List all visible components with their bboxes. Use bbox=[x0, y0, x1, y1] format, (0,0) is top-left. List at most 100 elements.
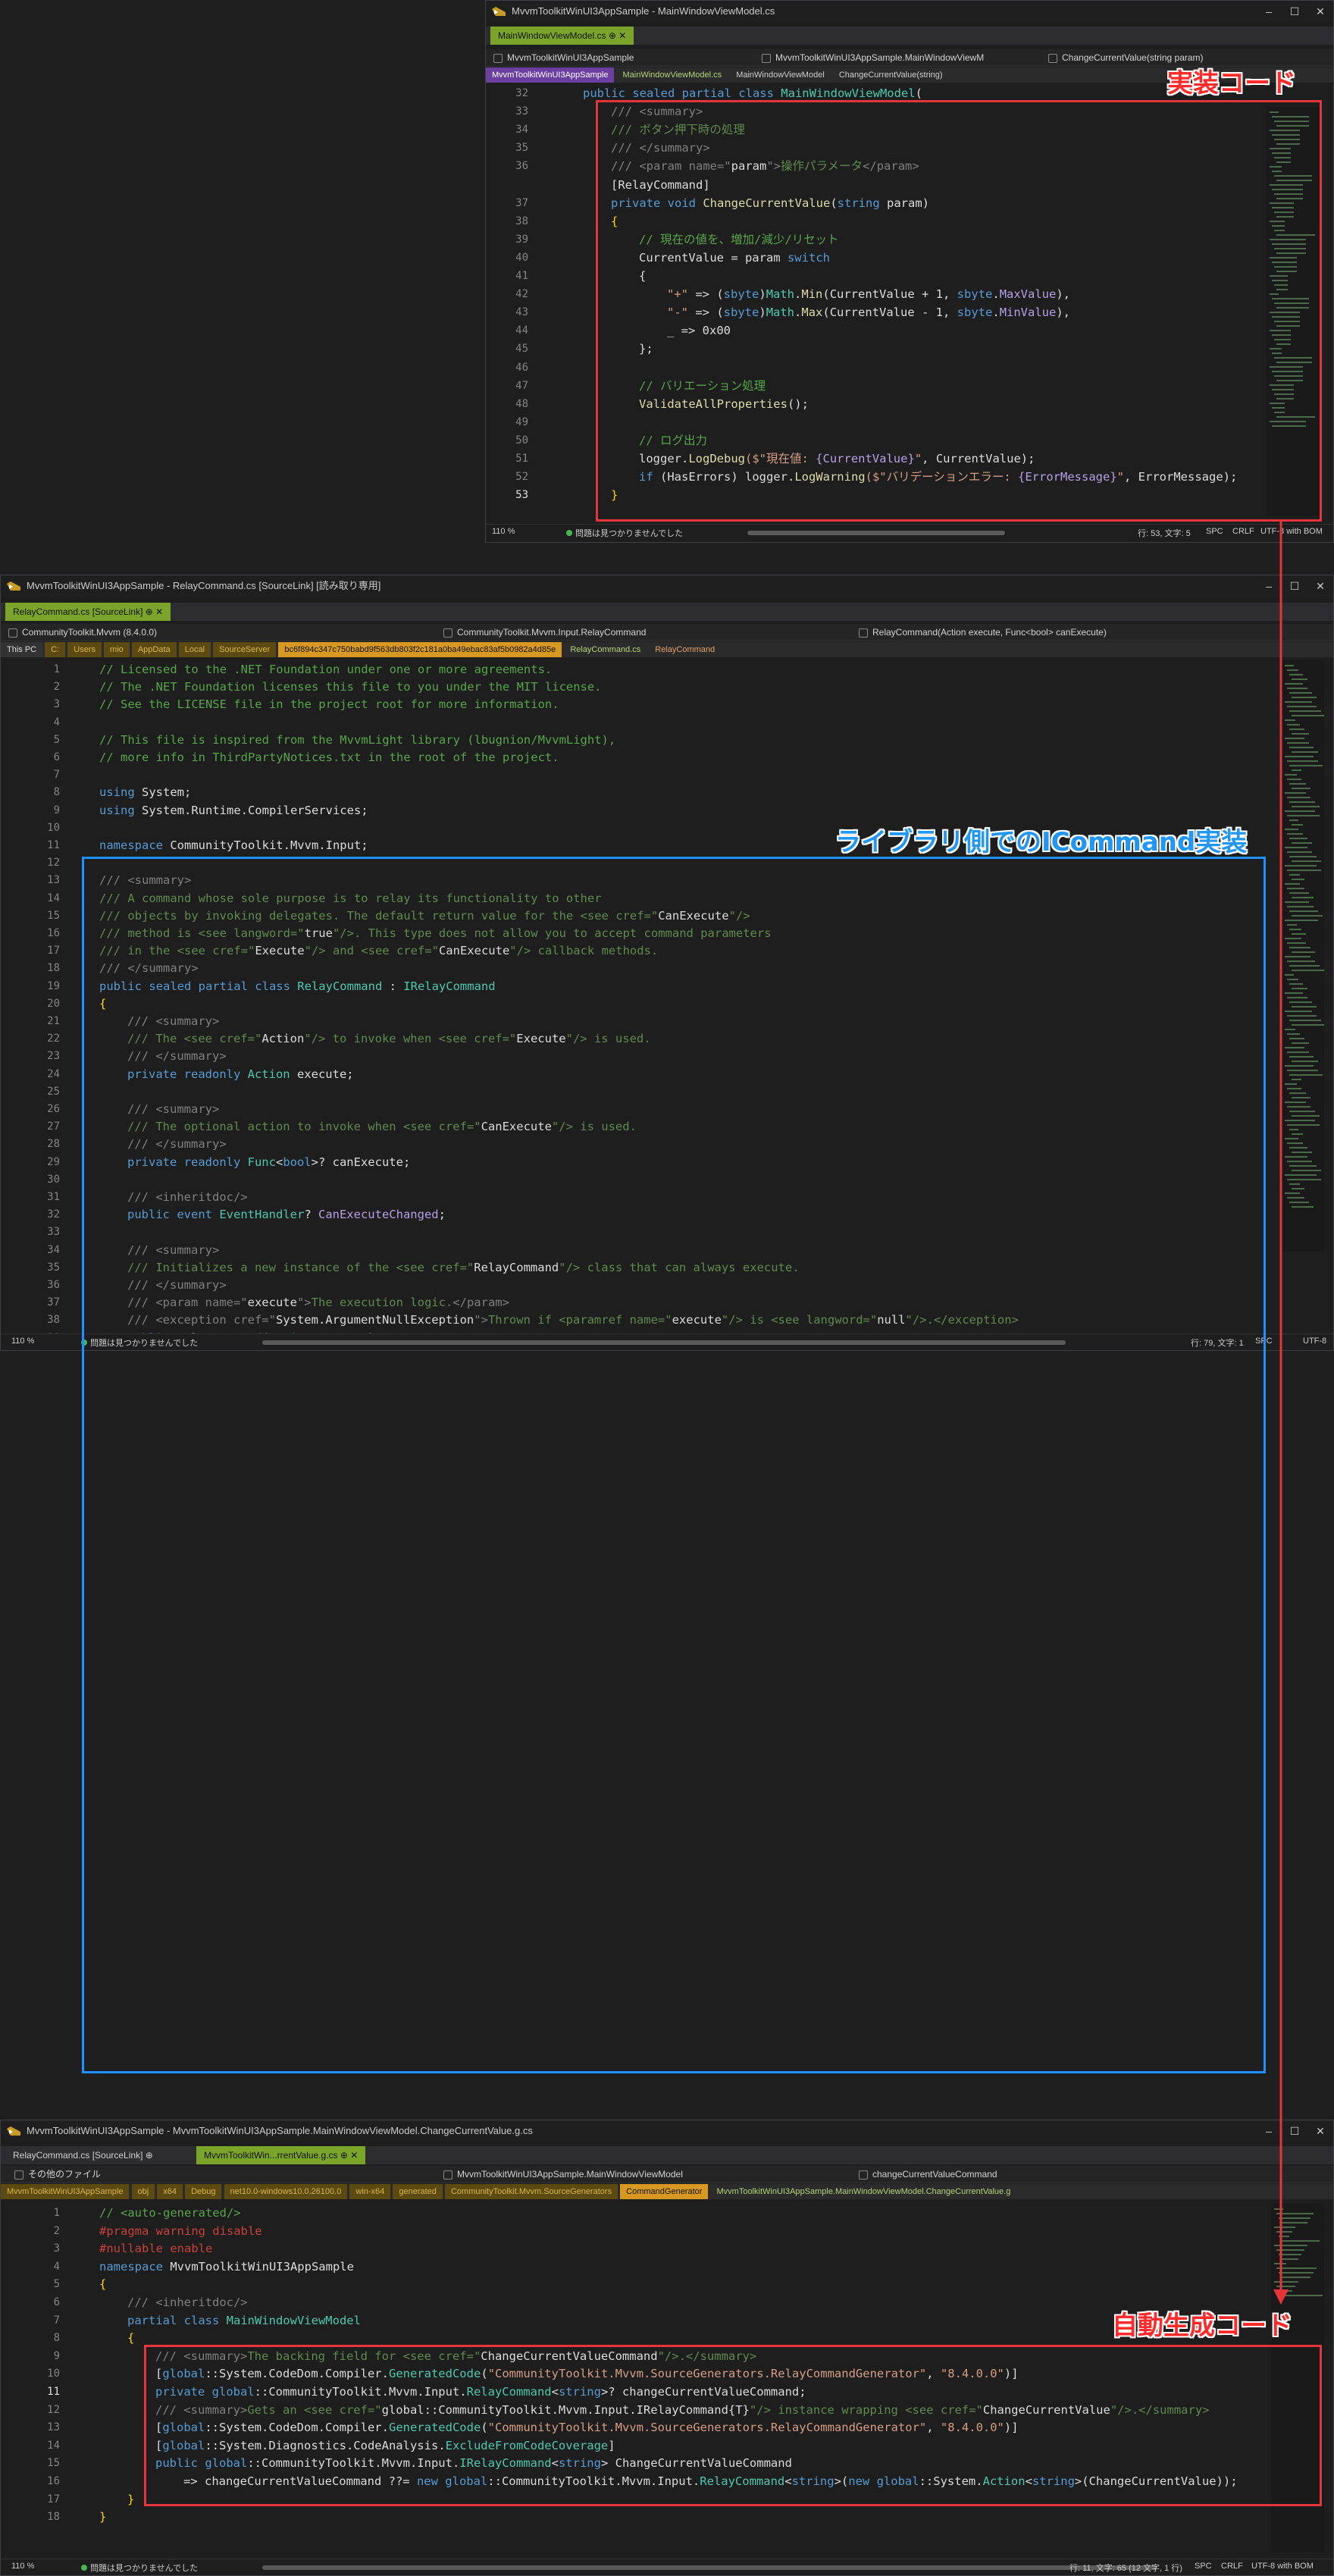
encoding[interactable]: UTF-8 with BOM bbox=[1251, 2562, 1314, 2571]
crumb-obj[interactable]: obj bbox=[131, 2184, 155, 2199]
line-number: 48 bbox=[515, 397, 528, 410]
line-ending[interactable]: CRLF bbox=[1221, 2562, 1243, 2571]
crumb-user[interactable]: mio bbox=[104, 642, 130, 657]
close-icon[interactable]: ✕ bbox=[1307, 575, 1333, 597]
nav-class[interactable]: MvvmToolkitWinUI3AppSample.MainWindowVie… bbox=[440, 2167, 851, 2181]
minimap-line bbox=[1292, 1097, 1311, 1098]
crumb-class[interactable]: MainWindowViewModel bbox=[730, 67, 831, 83]
minimap-line bbox=[1285, 1192, 1300, 1194]
crumb-generated[interactable]: generated bbox=[393, 2184, 443, 2199]
maximize-icon[interactable]: ☐ bbox=[1282, 1, 1307, 22]
crumb-file[interactable]: RelayCommand.cs bbox=[564, 642, 647, 657]
close-icon[interactable]: ✕ bbox=[1307, 1, 1333, 22]
whitespace-mode[interactable]: SPC bbox=[1206, 527, 1223, 536]
crumb-hash[interactable]: bc6f894c347c750babd9f563db803f2c181a0ba4… bbox=[278, 642, 562, 657]
problems-status[interactable]: 問題は見つかりませんでした bbox=[566, 527, 683, 539]
code-line: 2 #pragma warning disable bbox=[1, 2222, 1333, 2240]
minimize-icon[interactable]: – bbox=[1256, 575, 1282, 597]
crumb-debug[interactable]: Debug bbox=[185, 2184, 222, 2199]
whitespace-mode[interactable]: SPC bbox=[1195, 2562, 1212, 2571]
nav-project[interactable]: その他のファイル bbox=[11, 2167, 437, 2181]
crumb-commandgen[interactable]: CommandGenerator bbox=[620, 2184, 709, 2199]
minimap-line bbox=[1292, 897, 1314, 898]
tab-mainwindowviewmodel[interactable]: MainWindowViewModel.cs ⊕ ✕ bbox=[490, 27, 634, 45]
window2-minimap[interactable] bbox=[1282, 660, 1324, 1252]
nav-project[interactable]: MvvmToolkitWinUI3AppSample bbox=[490, 51, 772, 64]
minimap-line bbox=[1285, 992, 1303, 994]
minimap-line bbox=[1287, 942, 1306, 944]
minimap-line bbox=[1289, 747, 1314, 748]
minimap-line bbox=[1276, 2267, 1317, 2269]
horizontal-scrollbar[interactable] bbox=[747, 531, 1005, 535]
crumb-x64[interactable]: x64 bbox=[157, 2184, 183, 2199]
minimap-line bbox=[1279, 2236, 1289, 2237]
crumb-project[interactable]: MvvmToolkitWinUI3AppSample bbox=[486, 67, 615, 83]
tab-label: RelayCommand.cs [SourceLink] bbox=[13, 2150, 143, 2161]
line-ending[interactable]: CRLF bbox=[1232, 527, 1254, 536]
crumb-class[interactable]: RelayCommand bbox=[649, 642, 721, 657]
minimap-line bbox=[1289, 1129, 1298, 1130]
line-number: 34 bbox=[515, 124, 528, 136]
crumb-tfm[interactable]: net10.0-windows10.0.26100.0 bbox=[224, 2184, 348, 2199]
nav-class[interactable]: MvvmToolkitWinUI3AppSample.MainWindowVie… bbox=[759, 51, 1056, 64]
minimap-line bbox=[1292, 1133, 1303, 1135]
tab-relaycommand[interactable]: RelayCommand.cs [SourceLink] ⊕ ✕ bbox=[5, 603, 171, 621]
minimize-icon[interactable]: – bbox=[1256, 1, 1282, 22]
code-text: } bbox=[127, 2492, 135, 2506]
close-icon[interactable]: ✕ bbox=[1307, 2120, 1333, 2142]
minimap-line bbox=[1285, 1174, 1317, 1176]
nav-member[interactable]: RelayCommand(Action execute, Func<bool> … bbox=[856, 625, 1282, 639]
problems-status[interactable]: 問題は見つかりませんでした bbox=[81, 2562, 198, 2574]
crumb-method[interactable]: ChangeCurrentValue(string) bbox=[833, 67, 949, 83]
minimap-line bbox=[1287, 797, 1311, 798]
line-number: 28 bbox=[47, 1138, 60, 1151]
nav-assembly[interactable]: CommunityToolkit.Mvvm (8.4.0.0) bbox=[5, 625, 446, 639]
line-number: 13 bbox=[47, 874, 60, 887]
minimap-line bbox=[1285, 1138, 1298, 1139]
line-number: 42 bbox=[515, 288, 528, 301]
line-number: 11 bbox=[47, 2386, 60, 2398]
tab-relaycommand[interactable]: RelayCommand.cs [SourceLink] ⊕ bbox=[5, 2146, 161, 2164]
crumb-sourcegen[interactable]: CommunityToolkit.Mvvm.SourceGenerators bbox=[444, 2184, 618, 2199]
encoding[interactable]: UTF-8 bbox=[1303, 1337, 1326, 1346]
crumb-project[interactable]: MvvmToolkitWinUI3AppSample bbox=[1, 2184, 130, 2199]
minimize-icon[interactable]: – bbox=[1256, 2120, 1282, 2142]
crumb-sourceserver[interactable]: SourceServer bbox=[213, 642, 277, 657]
minimap-line bbox=[1289, 729, 1304, 730]
crumb-file[interactable]: MainWindowViewModel.cs bbox=[617, 67, 728, 83]
maximize-icon[interactable]: ☐ bbox=[1282, 2120, 1307, 2142]
crumb-users[interactable]: Users bbox=[67, 642, 102, 657]
nav-class[interactable]: CommunityToolkit.Mvvm.Input.RelayCommand bbox=[440, 625, 851, 639]
ok-icon bbox=[81, 2565, 87, 2571]
maximize-icon[interactable]: ☐ bbox=[1282, 575, 1307, 597]
minimap-line bbox=[1285, 683, 1303, 685]
crumb-drive[interactable]: C: bbox=[45, 642, 66, 657]
line-number: 9 bbox=[53, 2349, 60, 2362]
problems-text: 問題は見つかりませんでした bbox=[90, 2564, 199, 2573]
line-number: 46 bbox=[515, 361, 528, 374]
minimap-line bbox=[1289, 892, 1309, 894]
minimap-line bbox=[1287, 1088, 1301, 1089]
zoom-level[interactable]: 110 % bbox=[11, 2562, 34, 2571]
tab-generated[interactable]: MvvmToolkitWin...rrentValue.g.cs ⊕ ✕ bbox=[196, 2146, 366, 2164]
crumb-rid[interactable]: win-x64 bbox=[349, 2184, 391, 2199]
zoom-level[interactable]: 110 % bbox=[11, 1337, 34, 1346]
line-number: 8 bbox=[53, 2332, 60, 2345]
minimap-line bbox=[1285, 847, 1307, 848]
window2-breadcrumb: This PC C: Users mio AppData Local Sourc… bbox=[1, 642, 1333, 657]
minimap-line bbox=[1289, 856, 1317, 857]
crumb-local[interactable]: Local bbox=[178, 642, 211, 657]
nav-member[interactable]: changeCurrentValueCommand bbox=[856, 2167, 1282, 2181]
crumb-file[interactable]: MvvmToolkitWinUI3AppSample.MainWindowVie… bbox=[711, 2184, 1017, 2199]
zoom-level[interactable]: 110 % bbox=[492, 527, 515, 536]
line-number: 49 bbox=[515, 415, 528, 428]
line-number: 15 bbox=[47, 2457, 60, 2470]
crumb-appdata[interactable]: AppData bbox=[131, 642, 177, 657]
minimap-line bbox=[1289, 674, 1303, 675]
encoding[interactable]: UTF-8 with BOM bbox=[1260, 527, 1323, 536]
crumb-thispc[interactable]: This PC bbox=[1, 642, 43, 657]
horizontal-scrollbar[interactable] bbox=[262, 2565, 1157, 2570]
minimap-line bbox=[1292, 697, 1317, 698]
line-number: 12 bbox=[47, 857, 60, 870]
code-line: 9 using System.Runtime.CompilerServices; bbox=[1, 801, 1333, 819]
